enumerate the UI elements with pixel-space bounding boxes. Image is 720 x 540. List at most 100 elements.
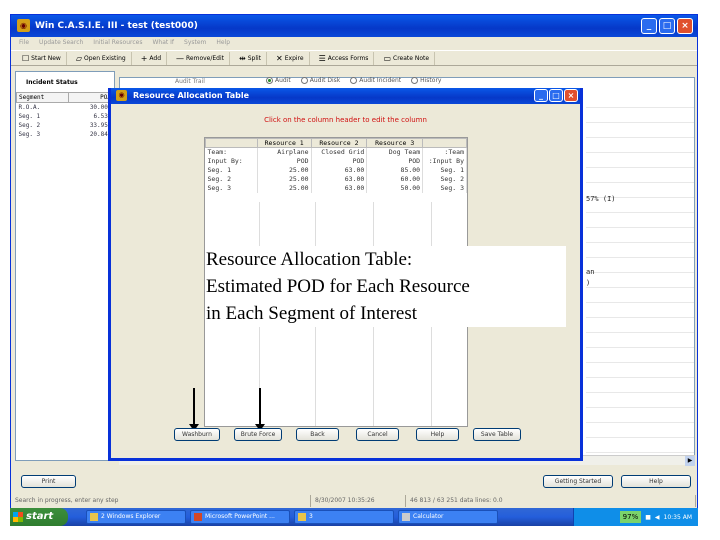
table-cell[interactable]: 25.00 — [257, 174, 312, 184]
table-cell[interactable]: 63.00 — [311, 165, 368, 175]
start-new-button[interactable]: ☐ Start New — [17, 51, 67, 65]
app-icon — [298, 513, 306, 521]
table-cell[interactable]: 60.00 — [366, 174, 424, 184]
table-row[interactable]: Seg. 3 20.84% — [17, 130, 114, 139]
start-label: start — [26, 511, 54, 522]
volume-icon[interactable]: ◀ — [655, 514, 660, 521]
table-cell[interactable]: Closed Grid — [311, 147, 368, 157]
row-label: Seg. 1 — [205, 165, 258, 175]
access-forms-button[interactable]: ☰ Access Forms — [314, 51, 375, 65]
table-cell[interactable]: POD — [366, 156, 424, 166]
radio-audit[interactable]: Audit — [266, 77, 291, 84]
taskbar-item-casie[interactable]: 3 — [294, 510, 394, 524]
table-row[interactable]: Input By: POD POD POD :Input By — [205, 156, 467, 166]
save-table-button[interactable]: Save Table — [473, 428, 521, 441]
toolbar-label: Access Forms — [327, 54, 369, 62]
status-data-lines: 46 813 / 63 251 data lines: 0.0 — [406, 495, 696, 507]
help-button[interactable]: Help — [416, 428, 459, 441]
network-icon[interactable]: ■ — [645, 514, 651, 521]
column-header-resource-2[interactable]: Resource 2 — [310, 138, 368, 148]
table-cell[interactable]: 85.00 — [366, 165, 424, 175]
window-title: Win C.A.S.I.E. III - test (test000) — [35, 21, 198, 31]
column-header-poa[interactable]: POA — [68, 92, 114, 103]
radio-audit-disk[interactable]: Audit Disk — [300, 77, 340, 84]
taskbar-item-calculator[interactable]: Calculator — [398, 510, 498, 524]
table-row[interactable]: Seg. 1 6.53% — [17, 112, 114, 121]
menu-initial-resources[interactable]: Initial Resources — [93, 37, 142, 49]
table-row[interactable]: Seg. 2 33.95% — [17, 121, 114, 130]
dialog-titlebar[interactable]: ◉ Resource Allocation Table _ □ × — [111, 88, 580, 104]
instruction-text: Click on the column header to edit the c… — [264, 116, 427, 124]
dialog-minimize-button[interactable]: _ — [534, 89, 548, 102]
annotation-arrow — [255, 388, 265, 431]
table-cell[interactable]: Dog Team — [366, 147, 424, 157]
table-row[interactable]: Seg. 3 25.00 63.00 50.00 Seg. 3 — [205, 183, 467, 193]
table-row[interactable]: Team: Airplane Closed Grid Dog Team :Tea… — [205, 147, 467, 157]
segment-cell: R.O.A. — [18, 103, 41, 111]
dialog-close-button[interactable]: × — [564, 89, 578, 102]
radio-icon — [300, 77, 308, 84]
taskbar: start 2 Windows Explorer Microsoft Power… — [10, 508, 698, 526]
dialog-maximize-button[interactable]: □ — [549, 89, 563, 102]
menu-system[interactable]: System — [184, 37, 206, 49]
scroll-right-icon[interactable]: ▶ — [685, 456, 695, 466]
table-cell[interactable]: POD — [311, 156, 368, 166]
table-cell[interactable]: POD — [257, 156, 312, 166]
add-button[interactable]: + Add — [136, 51, 168, 65]
back-button[interactable]: Back — [296, 428, 339, 441]
help-button[interactable]: Help — [621, 475, 691, 488]
maximize-button[interactable]: □ — [659, 18, 675, 34]
table-cell[interactable]: Airplane — [257, 147, 312, 157]
table-row[interactable]: Seg. 1 25.00 63.00 85.00 Seg. 1 — [205, 165, 467, 175]
menu-update-search[interactable]: Update Search — [39, 37, 83, 49]
open-existing-button[interactable]: ▱ Open Existing — [71, 51, 132, 65]
column-header-resource-3[interactable]: Resource 3 — [366, 138, 424, 148]
create-note-icon: ▭ — [383, 53, 391, 63]
washburn-button[interactable]: Washburn — [174, 428, 220, 441]
toolbar-label: Expire — [284, 54, 304, 62]
getting-started-button[interactable]: Getting Started — [543, 475, 613, 488]
radio-label: Audit Incident — [359, 77, 402, 84]
brute-force-button[interactable]: Brute Force — [234, 428, 282, 441]
column-header-resource-1[interactable]: Resource 1 — [256, 138, 312, 148]
column-header-segment[interactable]: Segment — [15, 92, 70, 103]
row-label-right: Seg. 1 — [422, 165, 467, 175]
radio-audit-incident[interactable]: Audit Incident — [350, 77, 401, 84]
table-cell[interactable]: 63.00 — [311, 183, 368, 193]
battery-indicator[interactable]: 97% — [619, 511, 642, 523]
close-button[interactable]: × — [677, 18, 693, 34]
caption-line: in Each Segment of Interest — [206, 303, 418, 324]
expire-button[interactable]: ✕ Expire — [271, 51, 310, 65]
minimize-button[interactable]: _ — [641, 18, 657, 34]
cancel-button[interactable]: Cancel — [356, 428, 399, 441]
status-timestamp: 8/30/2007 10:35:26 — [311, 495, 406, 507]
poa-cell: 30.00% — [89, 103, 112, 111]
toolbar-label: Remove/Edit — [186, 54, 225, 62]
table-cell[interactable]: 25.00 — [257, 165, 312, 175]
menu-file[interactable]: File — [19, 37, 29, 49]
taskbar-item-powerpoint[interactable]: Microsoft PowerPoint ... — [190, 510, 290, 524]
radio-history[interactable]: History — [411, 77, 441, 84]
table-cell[interactable]: 25.00 — [257, 183, 312, 193]
dialog-title: Resource Allocation Table — [133, 91, 250, 100]
poa-cell: 6.53% — [93, 112, 112, 120]
row-label-right: :Team — [422, 147, 467, 157]
table-row[interactable]: Seg. 2 25.00 63.00 60.00 Seg. 2 — [205, 174, 467, 184]
window-titlebar[interactable]: ◉ Win C.A.S.I.E. III - test (test000) _ … — [11, 15, 697, 37]
table-cell[interactable]: 50.00 — [366, 183, 424, 193]
print-button[interactable]: Print — [21, 475, 76, 488]
split-button[interactable]: ⇹ Split — [234, 51, 268, 65]
menu-help[interactable]: Help — [216, 37, 230, 49]
table-row[interactable]: R.O.A. 30.00% — [17, 103, 114, 112]
start-button[interactable]: start — [10, 508, 68, 526]
add-icon: + — [140, 53, 148, 63]
create-note-button[interactable]: ▭ Create Note — [378, 51, 436, 65]
taskbar-item-explorer[interactable]: 2 Windows Explorer — [86, 510, 186, 524]
segment-cell: Seg. 2 — [18, 121, 41, 129]
caption-line: Estimated POD for Each Resource — [206, 276, 470, 297]
bottom-button-row: Print Getting Started Help — [11, 475, 697, 489]
menu-what-if[interactable]: What If — [152, 37, 174, 49]
table-cell[interactable]: 63.00 — [311, 174, 368, 184]
clock[interactable]: 10:35 AM — [664, 514, 692, 521]
remove-edit-button[interactable]: — Remove/Edit — [171, 51, 231, 65]
